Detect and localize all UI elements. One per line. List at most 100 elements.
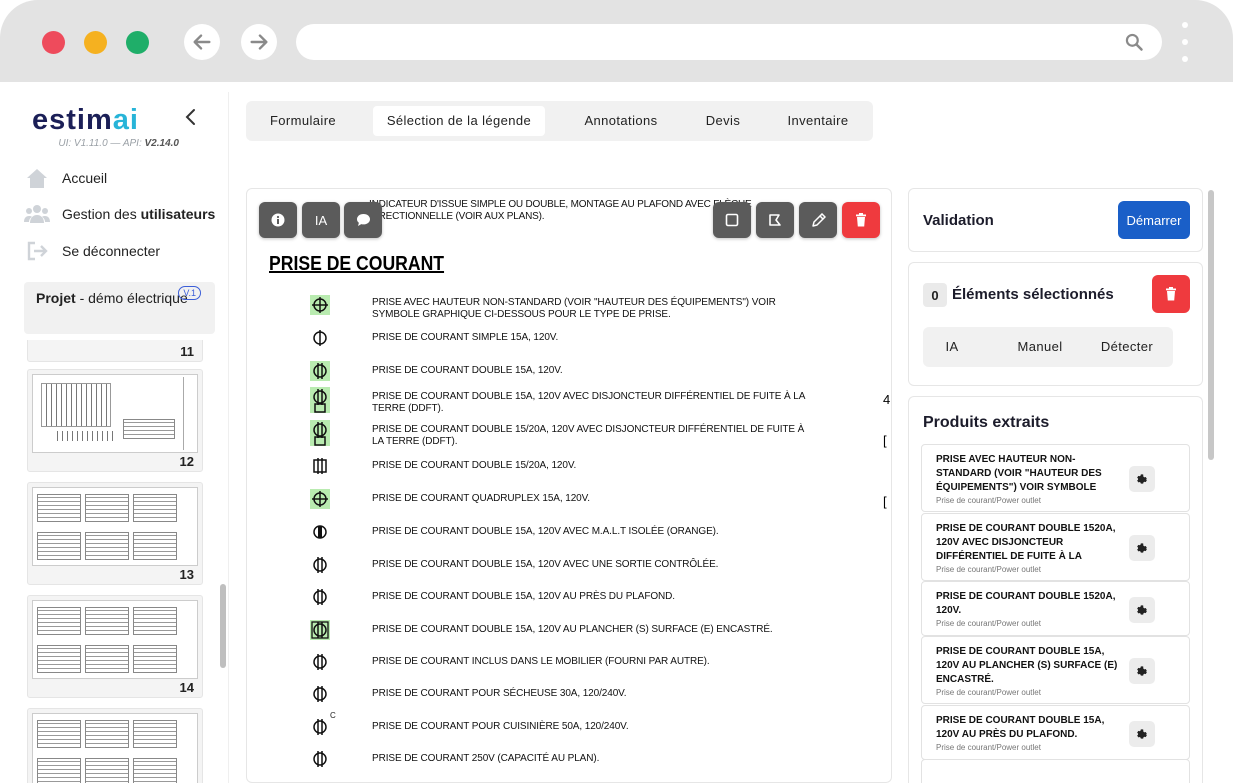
- right-panel-scrollbar[interactable]: [1208, 190, 1214, 460]
- page-thumbnail[interactable]: 12: [27, 369, 203, 472]
- doc-cut-line: [365, 189, 845, 192]
- product-card[interactable]: PRISE DE COURANT DOUBLE 1520A, 120V. Pris…: [921, 581, 1190, 636]
- outlet-floor-symbol[interactable]: [310, 620, 330, 640]
- page-thumbnail[interactable]: 11: [27, 340, 203, 362]
- square-select-button[interactable]: [713, 202, 751, 238]
- delete-annotation-button[interactable]: [842, 202, 880, 238]
- legend-text: PRISE DE COURANT DOUBLE 15A, 120V AVEC D…: [372, 391, 805, 414]
- comment-button[interactable]: [344, 202, 382, 238]
- tab-devis[interactable]: Devis: [693, 106, 753, 136]
- outlet-gfci-20a-symbol[interactable]: [310, 420, 330, 446]
- address-bar[interactable]: [296, 24, 1162, 60]
- outlet-cross-symbol[interactable]: [310, 295, 330, 315]
- product-card[interactable]: [921, 759, 1190, 783]
- document-viewer[interactable]: INDICATEUR D'ISSUE SIMPLE OU DOUBLE, MON…: [246, 188, 892, 783]
- sidebar-scrollbar[interactable]: [220, 584, 226, 668]
- sidebar-item-logout[interactable]: Se déconnecter: [24, 237, 160, 265]
- legend-text: PRISE DE COURANT POUR SÉCHEUSE 30A, 120/…: [372, 688, 627, 699]
- outlet-double-symbol[interactable]: [310, 361, 330, 381]
- logo: estimai: [32, 104, 139, 136]
- window-close-dot[interactable]: [42, 31, 65, 54]
- collapse-sidebar-icon[interactable]: [184, 108, 198, 126]
- tab-annotations[interactable]: Annotations: [568, 106, 674, 136]
- selected-count: 0: [923, 283, 947, 307]
- sidebar-item-users[interactable]: Gestion des utilisateurs: [24, 200, 215, 228]
- page-thumbnail[interactable]: [27, 708, 203, 783]
- start-button[interactable]: Démarrer: [1118, 201, 1190, 239]
- validation-panel: Validation Démarrer: [908, 188, 1203, 252]
- info-button[interactable]: [259, 202, 297, 238]
- clear-selection-button[interactable]: [1152, 275, 1190, 313]
- products-title: Produits extraits: [923, 414, 1050, 431]
- outlet-ceiling-symbol[interactable]: [310, 587, 330, 607]
- product-card[interactable]: PRISE DE COURANT DOUBLE 15A, 120V AU PLA…: [921, 636, 1190, 704]
- pen-button[interactable]: [799, 202, 837, 238]
- legend-text: PRISE DE COURANT DOUBLE 15A, 120V AU PLA…: [372, 624, 773, 635]
- outlet-controlled-symbol[interactable]: [310, 555, 330, 575]
- project-selector[interactable]: Projet - démo électrique V.1: [24, 282, 215, 334]
- product-settings-button[interactable]: [1129, 535, 1155, 561]
- product-category: Prise de courant/Power outlet: [936, 688, 1041, 697]
- sidebar-item-label: Se déconnecter: [62, 243, 161, 259]
- outlet-quadruplex-symbol[interactable]: [310, 489, 330, 509]
- product-name: PRISE DE COURANT DOUBLE 15A, 120V AU PLA…: [936, 646, 1118, 685]
- product-settings-button[interactable]: [1129, 596, 1155, 623]
- outlet-furniture-symbol[interactable]: [310, 652, 330, 672]
- legend-text: PRISE DE COURANT POUR CUISINIÈRE 50A, 12…: [372, 721, 629, 732]
- gear-icon: [1137, 728, 1147, 739]
- product-settings-button[interactable]: [1129, 466, 1155, 492]
- logout-icon: [24, 240, 50, 262]
- tab-formulaire[interactable]: Formulaire: [256, 106, 350, 136]
- legend-text: PRISE DE COURANT DOUBLE 15A, 120V AVEC U…: [372, 559, 719, 570]
- legend-text: PRISE DE COURANT DOUBLE 15A, 120V.: [372, 365, 563, 376]
- polygon-select-icon: [769, 214, 781, 226]
- page-thumbnail[interactable]: 13: [27, 482, 203, 585]
- tab-inventaire[interactable]: Inventaire: [773, 106, 863, 136]
- product-category: Prise de courant/Power outlet: [936, 743, 1041, 752]
- window-minimize-dot[interactable]: [84, 31, 107, 54]
- mode-ia[interactable]: IA: [923, 327, 981, 367]
- forward-button[interactable]: [241, 24, 277, 60]
- square-select-icon: [725, 213, 739, 227]
- outlet-isolated-ground-symbol[interactable]: [310, 522, 330, 542]
- outlet-250v-symbol[interactable]: [310, 749, 330, 769]
- window-maximize-dot[interactable]: [126, 31, 149, 54]
- outlet-range-symbol[interactable]: C: [310, 711, 336, 737]
- outlet-dryer-symbol[interactable]: [310, 684, 330, 704]
- symbol-superscript: C: [330, 711, 336, 720]
- legend-text: PRISE DE COURANT DOUBLE 15/20A, 120V AVE…: [372, 424, 805, 447]
- info-icon: [271, 213, 285, 227]
- product-category: Prise de courant/Power outlet: [936, 496, 1041, 505]
- legend-text: PRISE DE COURANT DOUBLE 15A, 120V AVEC M…: [372, 526, 719, 537]
- kebab-menu-icon[interactable]: [1181, 22, 1189, 62]
- outlet-gfci-symbol[interactable]: [310, 387, 330, 413]
- sidebar-item-home[interactable]: Accueil: [24, 164, 107, 192]
- product-card[interactable]: PRISE DE COURANT DOUBLE 1520A, 120V AVEC…: [921, 513, 1190, 581]
- product-settings-button[interactable]: [1129, 720, 1155, 747]
- mode-manuel[interactable]: Manuel: [995, 327, 1085, 367]
- page-thumbnail[interactable]: 14: [27, 595, 203, 698]
- version-info: UI: V1.11.0 — API: V2.14.0: [58, 138, 179, 149]
- validation-title: Validation: [923, 212, 994, 229]
- users-icon: [24, 203, 50, 225]
- page-thumbnail-list[interactable]: 11 12 13 14: [24, 340, 209, 783]
- mode-detecter[interactable]: Détecter: [1087, 327, 1167, 367]
- outlet-simple-symbol[interactable]: [310, 328, 330, 348]
- sidebar-item-label: Accueil: [62, 170, 108, 186]
- search-icon[interactable]: [1124, 32, 1144, 52]
- products-panel: Produits extraits PRISE AVEC HAUTEUR NON…: [908, 396, 1203, 783]
- product-name: PRISE AVEC HAUTEUR NON-STANDARD (VOIR "H…: [936, 454, 1102, 493]
- product-card[interactable]: PRISE DE COURANT DOUBLE 15A, 120V AU PRÈ…: [921, 705, 1190, 760]
- product-card[interactable]: PRISE AVEC HAUTEUR NON-STANDARD (VOIR "H…: [921, 444, 1190, 512]
- product-settings-button[interactable]: [1129, 658, 1155, 684]
- back-arrow-icon: [193, 34, 211, 50]
- doc-text-line: INDICATEUR D'ISSUE SIMPLE OU DOUBLE, MON…: [369, 199, 752, 210]
- tab-legend-selection[interactable]: Sélection de la légende: [373, 106, 545, 136]
- back-button[interactable]: [184, 24, 220, 60]
- sidebar: estimai UI: V1.11.0 — API: V2.14.0 Accue…: [14, 92, 229, 783]
- doc-edge-mark: [: [883, 494, 887, 509]
- selection-title: Éléments sélectionnés: [952, 286, 1114, 303]
- ai-button[interactable]: IA: [302, 202, 340, 238]
- outlet-20a-symbol[interactable]: [310, 456, 330, 476]
- polygon-select-button[interactable]: [756, 202, 794, 238]
